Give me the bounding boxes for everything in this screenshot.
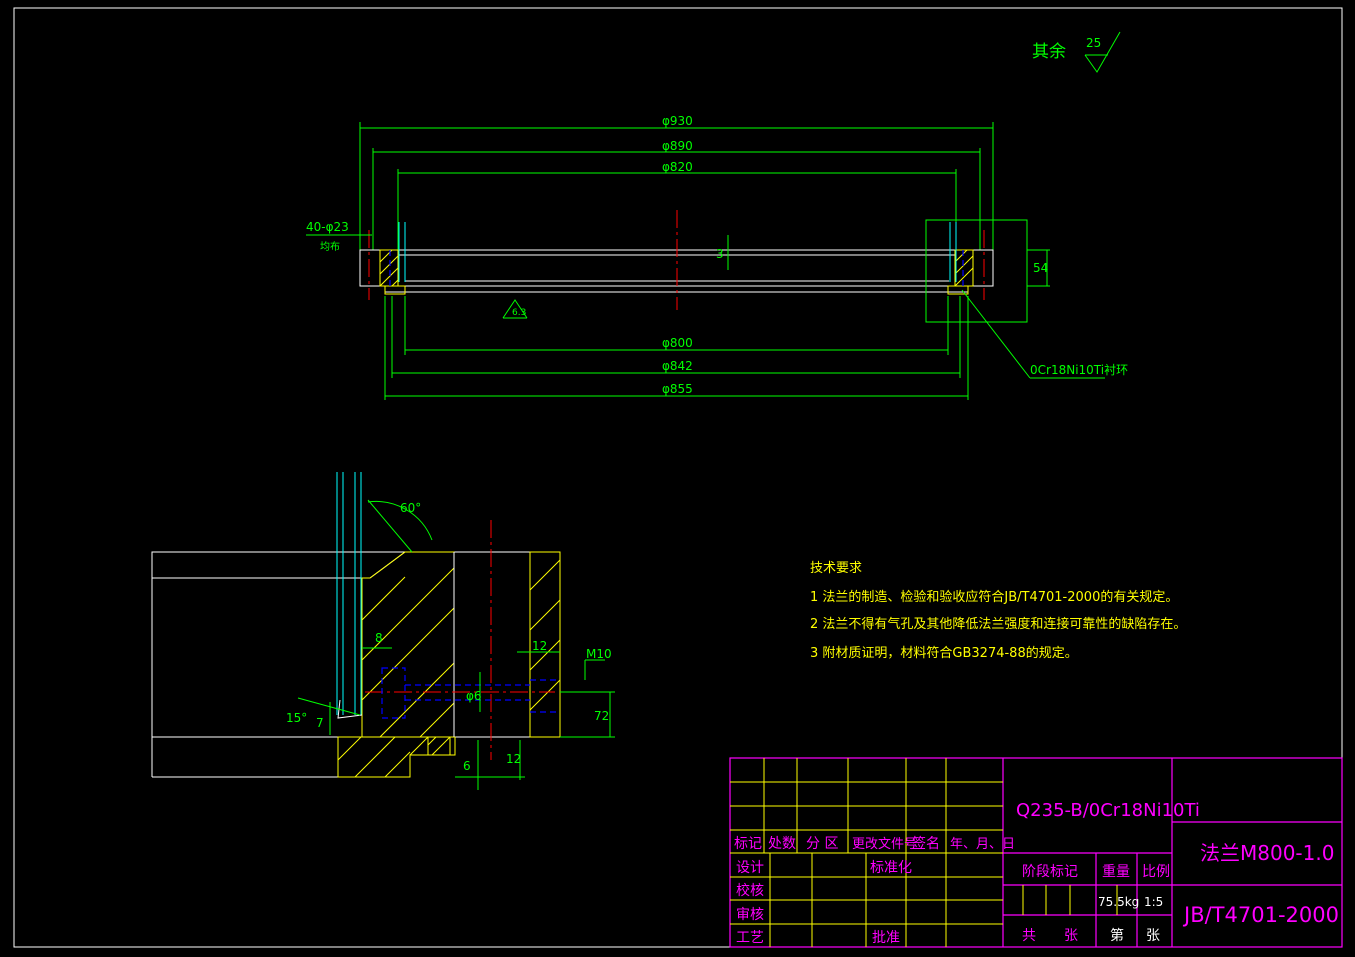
dim-7: 7 (316, 716, 324, 730)
roughness-value: 25 (1086, 36, 1101, 50)
dim-890: φ890 (662, 139, 693, 153)
material: Q235-B/0Cr18Ni10Ti (1016, 800, 1200, 821)
rev-header-docno: 更改文件号 (852, 837, 917, 852)
cad-drawing: 其余 25 φ930 φ890 φ820 40-φ23 均布 3 6.3 54 … (13, 7, 1343, 948)
flange-top-view: φ930 φ890 φ820 40-φ23 均布 3 6.3 54 φ800 φ… (306, 114, 1128, 400)
roughness-symbol: 其余 25 (1032, 31, 1121, 73)
dim-3: 3 (716, 247, 724, 261)
dim-60deg: 60° (400, 501, 421, 515)
weight-value: 75.5kg (1098, 895, 1139, 909)
rev-header-zone: 分 区 (806, 836, 838, 852)
tech-item-3: 3 附材质证明，材料符合GB3274-88的规定。 (810, 645, 1078, 661)
rev-header-count: 处数 (768, 836, 796, 852)
standard-no: JB/T4701-2000 (1182, 903, 1339, 927)
tech-item-2: 2 法兰不得有气孔及其他降低法兰强度和连接可靠性的缺陷存在。 (810, 616, 1186, 632)
total-label: 共 (1022, 928, 1036, 944)
lining-note: 0Cr18Ni10Ti衬环 (1030, 363, 1128, 377)
dim-930: φ930 (662, 114, 693, 128)
rev-header-mark: 标记 (734, 836, 762, 852)
dim-72: 72 (594, 709, 609, 723)
dim-15deg: 15° (286, 711, 307, 725)
dim-8: 8 (375, 631, 383, 645)
dim-holes: 40-φ23 (306, 220, 349, 234)
rev-header-sign: 签名 (912, 835, 940, 852)
ra-63: 6.3 (512, 308, 526, 318)
rev-header-date: 年、月、日 (950, 837, 1015, 852)
sheets-label: 张 (1064, 928, 1078, 944)
dim-12b: 12 (506, 752, 521, 766)
part-name: 法兰M800-1.0 (1200, 841, 1334, 865)
dim-842: φ842 (662, 359, 693, 373)
dim-820: φ820 (662, 160, 693, 174)
roughness-label: 其余 (1032, 42, 1066, 62)
role-check: 校核 (736, 882, 764, 899)
sheet-no-label: 第 (1110, 927, 1124, 944)
title-block: 标记 处数 分 区 更改文件号 签名 年、月、日 设计 校核 审核 工艺 标准化… (729, 757, 1343, 948)
tech-title: 技术要求 (810, 561, 862, 576)
scale-value: 1:5 (1144, 895, 1163, 909)
stage-label: 阶段标记 (1022, 864, 1078, 880)
dim-phi6: φ6 (466, 689, 482, 703)
dim-54: 54 (1033, 261, 1048, 275)
dim-holes-note: 均布 (320, 241, 340, 253)
sheet-unit-label: 张 (1146, 928, 1160, 944)
standardize-label: 标准化 (870, 860, 912, 876)
role-review: 审核 (736, 907, 764, 923)
role-design: 设计 (736, 860, 764, 876)
dim-855: φ855 (662, 382, 693, 396)
dim-12a: 12 (532, 639, 547, 653)
dim-m10: M10 (586, 647, 612, 661)
weight-label: 重量 (1102, 864, 1130, 880)
tech-requirements: 技术要求 1 法兰的制造、检验和验收应符合JB/T4701-2000的有关规定。… (810, 561, 1186, 661)
dim-6b: 6 (463, 759, 471, 773)
scale-label: 比例 (1142, 864, 1170, 880)
approve-label: 批准 (872, 930, 900, 946)
detail-view: 60° 15° 7 8 12 M10 φ6 72 6 12 (151, 472, 615, 790)
tech-item-1: 1 法兰的制造、检验和验收应符合JB/T4701-2000的有关规定。 (810, 589, 1178, 605)
dim-800: φ800 (662, 336, 693, 350)
role-process: 工艺 (736, 930, 764, 946)
